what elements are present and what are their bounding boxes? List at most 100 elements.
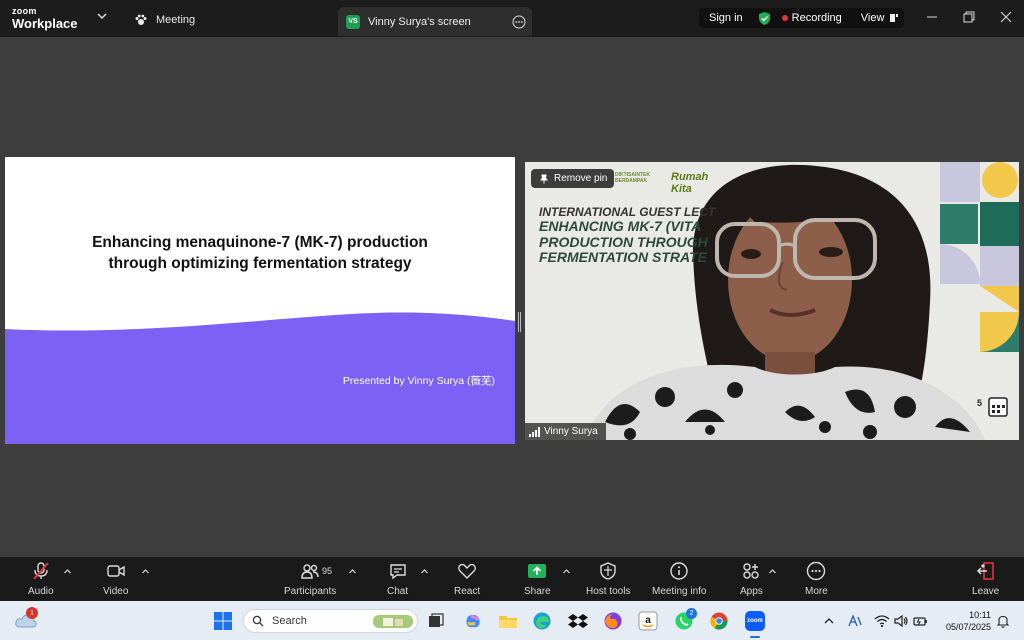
sign-in-link[interactable]: Sign in [709,12,743,24]
host-tools-label: Host tools [586,586,631,597]
react-button[interactable]: React [454,561,480,597]
participants-count: 95 [322,566,333,576]
participant-video-tile[interactable]: DIKTISAINTEK BERDAMPAK Rumah Kita INTERN… [525,162,1019,440]
share-screen-icon [528,564,547,578]
tab-meeting-label: Meeting [156,14,196,26]
amazon-icon[interactable]: a [638,611,658,631]
event-logos: DIKTISAINTEK BERDAMPAK Rumah Kita [615,171,708,195]
apps-button[interactable]: Apps [740,561,763,597]
chevron-up-icon[interactable] [822,614,836,628]
share-options-caret-icon[interactable] [562,567,571,576]
more-dots-icon [807,561,826,581]
tab-shared-screen[interactable]: VS Vinny Surya's screen [338,7,532,36]
signal-strength-icon [529,426,540,437]
more-label: More [805,586,828,597]
banner-line-3: PRODUCTION THROUGH [539,233,708,250]
weather-notification-badge: 1 [26,607,38,619]
audio-label: Audio [28,586,54,597]
video-camera-icon [107,565,125,577]
slide-title-line-2: through optimizing fermentation strategy [108,255,412,272]
zoom-app-icon[interactable]: zoom [745,611,765,631]
microphone-muted-icon [33,562,49,580]
tab-shared-screen-label: Vinny Surya's screen [368,15,471,28]
zoom-workplace-logo: zoom Workplace [12,7,78,31]
video-button[interactable]: Video [103,561,128,597]
minimize-icon[interactable] [925,10,939,24]
banner-line-4: FERMENTATION STRATE [539,248,707,265]
windows-taskbar: 1 Search a 2 zoom 10:11 05/07/2025 [0,601,1024,640]
chat-button[interactable]: Chat [387,561,408,597]
react-label: React [454,586,481,597]
more-options-icon[interactable] [512,15,526,29]
share-label: Share [524,586,551,597]
shared-screen-slide: Enhancing menaquinone-7 (MK-7) productio… [5,157,515,444]
brand-workplace-text: Workplace [12,16,78,31]
search-highlight-illustration-icon [373,615,413,628]
video-feed-image [585,162,1019,440]
edge-browser-icon[interactable] [532,611,552,631]
battery-icon[interactable] [912,613,928,629]
remove-pin-label: Remove pin [554,173,608,184]
video-label: Video [103,586,129,597]
recording-status[interactable]: Recording [792,12,842,24]
view-layout-icon[interactable] [889,13,899,23]
notifications-bell-icon[interactable] [996,614,1010,628]
close-icon[interactable] [999,10,1013,24]
meeting-info-button[interactable]: Meeting info [652,561,706,597]
active-app-indicator [750,636,760,638]
leave-label: Leave [972,586,1000,597]
tab-meeting[interactable]: Meeting [134,9,195,31]
participants-icon [301,564,319,579]
participant-nameplate: Vinny Surya [525,423,606,440]
firefox-icon[interactable] [603,611,623,631]
chevron-down-icon[interactable] [96,10,108,22]
apps-options-caret-icon[interactable] [768,567,777,576]
search-icon [252,615,264,627]
security-shield-icon[interactable] [757,11,772,26]
rumah-kita-logo-text: Rumah Kita [671,171,709,195]
whatsapp-notification-badge: 2 [686,608,697,619]
volume-icon[interactable] [893,613,909,629]
leave-meeting-button[interactable]: Leave [972,561,999,597]
chat-bubble-icon [389,564,406,580]
split-resize-handle[interactable] [518,312,521,332]
taskbar-search-box[interactable]: Search [243,609,418,633]
remove-pin-button[interactable]: Remove pin [531,169,614,188]
info-icon [670,562,688,580]
meeting-controls-toolbar: Audio Video Participants 95 Chat React S… [0,557,1024,601]
wifi-icon[interactable] [874,613,890,629]
slide-presenter-credit: Presented by Vinny Surya (薇芜) [342,375,495,387]
copilot-icon[interactable] [463,611,483,631]
chrome-icon[interactable] [709,611,729,631]
view-button[interactable]: View [861,12,885,24]
heart-icon [458,563,476,579]
account-recording-bar: Sign in Recording View [699,8,904,28]
shield-icon [600,562,616,580]
slide-title-line-1: Enhancing menaquinone-7 (MK-7) productio… [92,234,428,251]
share-screen-button[interactable]: Share [524,561,551,597]
zoom-app-label: zoom [747,618,763,624]
chat-options-caret-icon[interactable] [420,567,429,576]
diktisaintek-logo-text: DIKTISAINTEK BERDAMPAK [615,172,650,184]
system-clock[interactable]: 10:11 05/07/2025 [935,609,991,633]
participants-options-caret-icon[interactable] [348,567,357,576]
language-input-icon[interactable] [847,613,863,629]
apps-icon [743,563,760,579]
participant-name: Vinny Surya [544,426,598,437]
more-button[interactable]: More [805,561,828,597]
file-explorer-icon[interactable] [498,611,518,631]
video-options-caret-icon[interactable] [141,567,150,576]
audio-options-caret-icon[interactable] [63,567,72,576]
restore-icon[interactable] [962,10,976,24]
host-tools-button[interactable]: Host tools [586,561,630,597]
clock-time: 10:11 [969,610,991,620]
banner-line-2: ENHANCING MK-7 (VITA [539,218,702,235]
audio-button[interactable]: Audio [28,561,54,597]
task-view-icon[interactable] [426,611,446,631]
title-bar: zoom Workplace Meeting VS Vinny Surya's … [0,0,1024,37]
windows-start-icon[interactable] [213,611,233,631]
slide-title: Enhancing menaquinone-7 (MK-7) productio… [5,232,515,274]
dropbox-icon[interactable] [568,611,588,631]
background-number: 5 [977,398,983,408]
participants-label: Participants [284,586,337,597]
